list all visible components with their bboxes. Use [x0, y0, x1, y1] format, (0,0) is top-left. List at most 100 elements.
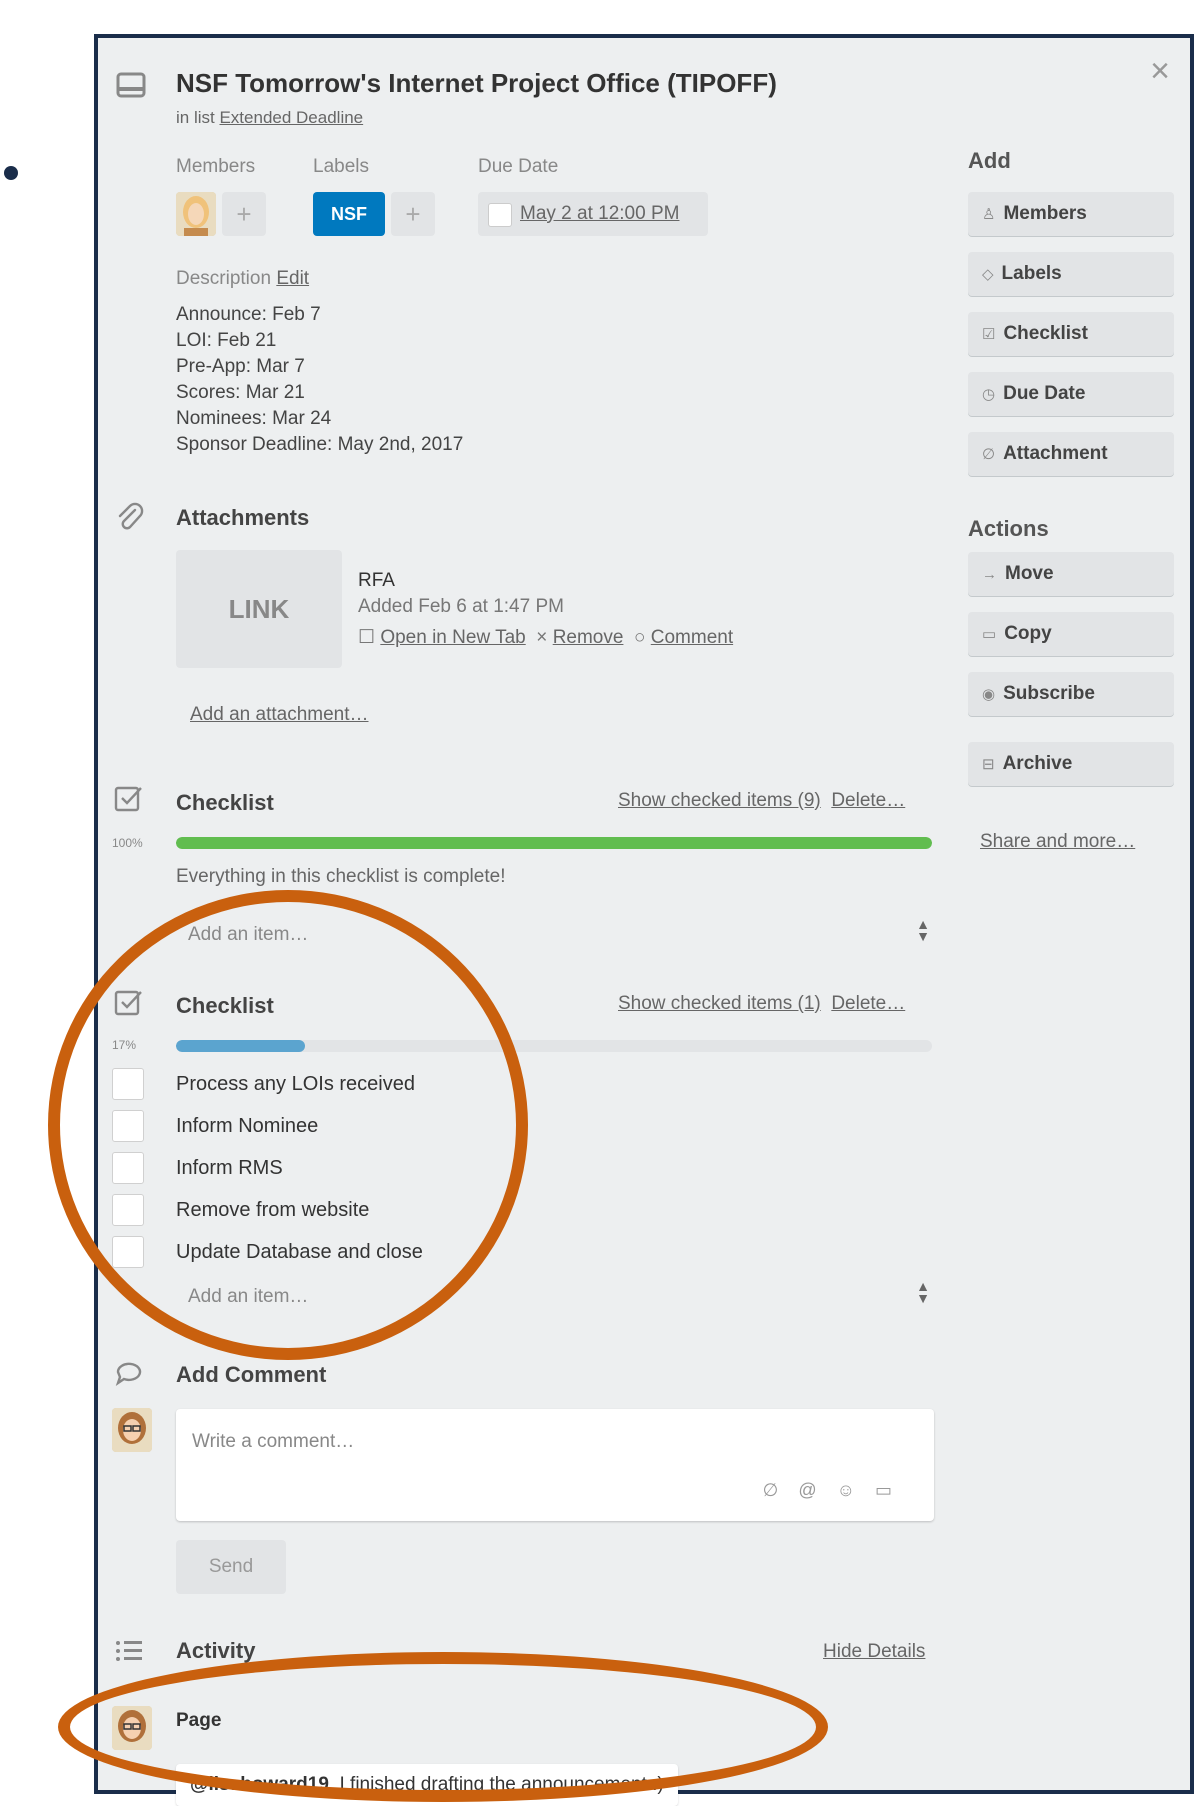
- slide-bullet-dot: [4, 166, 18, 180]
- mention-icon[interactable]: @: [798, 1480, 836, 1500]
- person-icon: ♙: [982, 206, 996, 223]
- comment-input[interactable]: Write a comment… ∅@☺▭: [176, 1409, 934, 1521]
- checklist-item-checkbox[interactable]: [112, 1110, 144, 1142]
- share-and-more-link[interactable]: Share and more…: [980, 831, 1135, 853]
- comment-bubble-icon: ○: [634, 627, 646, 648]
- attachment-actions: ☐ Open in New Tab × Remove ○ Comment: [358, 626, 733, 649]
- avatar-face-icon: [112, 1706, 152, 1750]
- attachment-thumbnail[interactable]: LINK: [176, 550, 342, 668]
- add-members-button[interactable]: ♙ Members: [968, 192, 1174, 236]
- add-checklist-button[interactable]: ☑ Checklist: [968, 312, 1174, 356]
- add-attachment-link[interactable]: Add an attachment…: [190, 704, 369, 726]
- speech-bubble-icon: [115, 1362, 142, 1386]
- description-line: Pre-App: Mar 7: [176, 356, 305, 377]
- checklist-actions: Show checked items (9) Delete…: [618, 790, 905, 812]
- checklist-icon: [114, 990, 142, 1016]
- attachment-added: Added Feb 6 at 1:47 PM: [358, 596, 564, 617]
- attach-paperclip-icon[interactable]: ∅: [763, 1480, 799, 1500]
- reorder-arrows-icon[interactable]: ▲ ▼: [913, 917, 933, 948]
- checklist-actions: Show checked items (1) Delete…: [618, 993, 905, 1015]
- reorder-arrows-icon[interactable]: ▲ ▼: [913, 1279, 933, 1310]
- attachments-title: Attachments: [176, 505, 310, 530]
- activity-list-icon: [116, 1641, 142, 1661]
- checklist-item-checkbox[interactable]: [112, 1236, 144, 1268]
- member-avatar[interactable]: [176, 192, 216, 236]
- avatar-face-icon: [112, 1408, 152, 1452]
- due-date-label: Due Date: [478, 156, 559, 177]
- in-list-prefix: in list: [176, 108, 215, 127]
- checklist-item[interactable]: Inform Nominee: [176, 1115, 318, 1138]
- description-edit-link[interactable]: Edit: [276, 268, 309, 289]
- checklist-item[interactable]: Process any LOIs received: [176, 1073, 415, 1096]
- card-title[interactable]: NSF Tomorrow's Internet Project Office (…: [176, 68, 777, 99]
- add-comment-title: Add Comment: [176, 1362, 327, 1387]
- subscribe-button[interactable]: ◉ Subscribe: [968, 672, 1174, 716]
- current-user-avatar: [112, 1408, 152, 1452]
- button-label: Members: [1003, 203, 1087, 224]
- button-label: Subscribe: [1003, 683, 1095, 704]
- checklist-progress-bar: [176, 1040, 932, 1052]
- hide-details-text[interactable]: Hide Details: [823, 1641, 925, 1662]
- checklist-item[interactable]: Remove from website: [176, 1199, 369, 1222]
- comment-toolbar: ∅@☺▭: [763, 1480, 912, 1501]
- activity-author-avatar[interactable]: [112, 1706, 152, 1750]
- mention-text[interactable]: @lisahoward19: [190, 1774, 329, 1795]
- copy-button[interactable]: ▭ Copy: [968, 612, 1174, 656]
- description-line: Sponsor Deadline: May 2nd, 2017: [176, 434, 464, 455]
- paperclip-icon: ∅: [982, 446, 996, 463]
- send-button[interactable]: Send: [176, 1540, 286, 1594]
- due-date-value[interactable]: May 2 at 12:00 PM: [520, 203, 679, 225]
- list-name-link[interactable]: Extended Deadline: [219, 108, 363, 127]
- open-new-tab-link[interactable]: Open in New Tab: [380, 627, 525, 648]
- add-label-button[interactable]: +: [391, 192, 435, 236]
- members-label: Members: [176, 156, 256, 177]
- add-item-input[interactable]: Add an item…: [188, 1286, 308, 1308]
- button-label: Copy: [1004, 623, 1052, 644]
- label-chip-nsf[interactable]: NSF: [313, 192, 385, 236]
- card-detail-window: × NSF Tomorrow's Internet Project Office…: [94, 34, 1194, 1806]
- labels-label: Labels: [313, 156, 369, 177]
- checkbox-icon: ☑: [982, 326, 996, 343]
- add-attachment-text[interactable]: Add an attachment…: [190, 704, 369, 725]
- due-complete-checkbox[interactable]: [488, 203, 512, 227]
- add-member-button[interactable]: +: [222, 192, 266, 236]
- close-icon[interactable]: ×: [1150, 54, 1170, 88]
- add-attachment-button[interactable]: ∅ Attachment: [968, 432, 1174, 476]
- avatar-face-icon: [176, 192, 216, 236]
- checklist-title[interactable]: Checklist: [176, 993, 274, 1019]
- add-item-input[interactable]: Add an item…: [188, 924, 308, 946]
- description-line: Announce: Feb 7: [176, 304, 321, 325]
- add-labels-button[interactable]: ◇ Labels: [968, 252, 1174, 296]
- attachment-name[interactable]: RFA: [358, 570, 395, 592]
- comment-placeholder: Write a comment…: [192, 1431, 355, 1452]
- emoji-icon[interactable]: ☺: [837, 1480, 875, 1500]
- checklist-item[interactable]: Update Database and close: [176, 1241, 423, 1264]
- button-label: Move: [1005, 563, 1054, 584]
- archive-button[interactable]: ⊟ Archive: [968, 742, 1174, 786]
- card-link-icon[interactable]: ▭: [875, 1480, 912, 1500]
- share-and-more-text[interactable]: Share and more…: [980, 831, 1135, 852]
- checklist-item-checkbox[interactable]: [112, 1152, 144, 1184]
- checklist-item[interactable]: Inform RMS: [176, 1157, 283, 1180]
- card-icon: ▭: [982, 626, 997, 643]
- checklist-item-checkbox[interactable]: [112, 1194, 144, 1226]
- delete-checklist-link[interactable]: Delete…: [831, 993, 905, 1014]
- show-checked-items-link[interactable]: Show checked items (9): [618, 790, 821, 811]
- list-info: in list Extended Deadline: [176, 108, 363, 128]
- checklist-percent: 100%: [112, 836, 143, 850]
- activity-author[interactable]: Page: [176, 1710, 221, 1732]
- remove-attachment-link[interactable]: Remove: [553, 627, 624, 648]
- add-due-date-button[interactable]: ◷ Due Date: [968, 372, 1174, 416]
- eye-icon: ◉: [982, 686, 996, 703]
- delete-checklist-link[interactable]: Delete…: [831, 790, 905, 811]
- hide-details-link[interactable]: Hide Details: [823, 1641, 925, 1663]
- due-date-badge[interactable]: May 2 at 12:00 PM: [478, 192, 708, 236]
- move-button[interactable]: → Move: [968, 552, 1174, 596]
- checklist-item-checkbox[interactable]: [112, 1068, 144, 1100]
- paperclip-icon: [118, 502, 144, 530]
- show-checked-items-link[interactable]: Show checked items (1): [618, 993, 821, 1014]
- comment-attachment-link[interactable]: Comment: [651, 627, 733, 648]
- checklist-title[interactable]: Checklist: [176, 790, 274, 816]
- button-label: Archive: [1002, 753, 1073, 774]
- activity-comment: @lisahoward19, I finished drafting the a…: [176, 1764, 678, 1806]
